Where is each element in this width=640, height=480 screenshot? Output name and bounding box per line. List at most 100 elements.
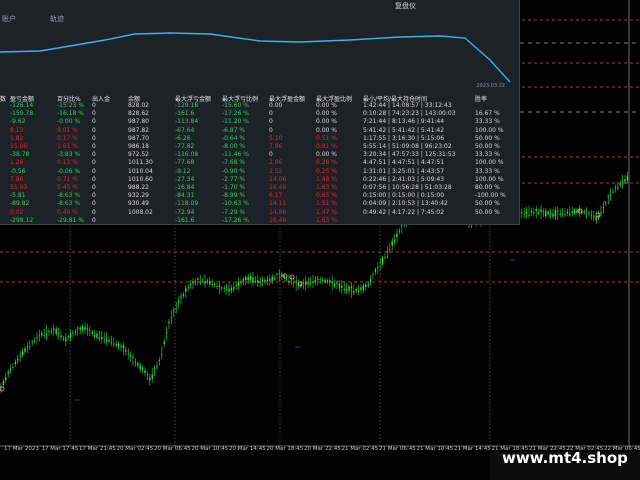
candle-body — [278, 273, 281, 275]
candle-body — [33, 340, 36, 342]
table-cell: 8.13 — [10, 126, 24, 134]
candle-body — [552, 213, 554, 217]
candle-body — [48, 331, 50, 332]
table-cell: -0.00 % — [57, 118, 81, 126]
candle-body — [389, 249, 391, 251]
candle-body — [305, 281, 307, 285]
table-row: 0.02 0.40 % 0 1008.02 -72.94 -7.29 % 14.86 1.47… — [0, 209, 519, 217]
candle-body — [60, 335, 62, 338]
candle-body — [302, 282, 305, 284]
candle-body — [542, 211, 545, 213]
table-cell: 930.49 — [128, 200, 149, 208]
candle-body — [583, 211, 585, 213]
candle-body — [357, 290, 360, 292]
candle-body — [355, 289, 357, 291]
candle-body — [77, 327, 79, 329]
table-cell: 0 — [92, 184, 96, 191]
table-cell: -0.06 % — [57, 167, 81, 175]
table-cell: -0.90 % — [222, 167, 246, 175]
table-cell: 50.00 % — [475, 200, 500, 208]
table-cell: 0.00 % — [316, 118, 337, 126]
table-cell: -67.64 — [175, 126, 195, 134]
table-cell: 0 — [92, 167, 96, 175]
table-cell: 828.62 — [128, 110, 149, 118]
table-row: 15.06 1.61 % 0 986.18 -77.82 -8.00 % 7.96 0.81 … — [0, 143, 519, 151]
table-cell: -38.78 — [10, 151, 30, 159]
table-cell: 0 — [92, 192, 96, 200]
candle-body — [218, 285, 221, 287]
candle-body — [211, 284, 213, 286]
table-cell: 0 — [269, 126, 273, 134]
candle-body — [247, 276, 249, 281]
candle-body — [84, 327, 86, 330]
table-cell: 932.29 — [128, 192, 149, 200]
table-cell: 7.86 — [10, 175, 24, 183]
candle-body — [564, 214, 566, 215]
table-cell: 0.13 % — [57, 159, 78, 167]
time-tick-label: 20 Mar 18:45 — [266, 446, 304, 452]
table-cell: 0.71 % — [57, 175, 78, 183]
table-cell: 1011.30 — [128, 159, 153, 167]
candle-body — [341, 285, 343, 288]
candle-body — [29, 346, 31, 347]
table-cell: -0.56 — [10, 167, 26, 175]
table-cell: -9.62 — [10, 118, 26, 126]
candle-body — [319, 278, 321, 280]
table-cell: 55.93 — [10, 184, 28, 191]
table-cell: -11.20 % — [222, 118, 249, 126]
candle-body — [624, 179, 626, 182]
table-cell: 5.10 — [269, 134, 283, 142]
candle-body — [573, 210, 576, 214]
candle-body — [187, 286, 189, 288]
candle-body — [9, 369, 12, 370]
candle-body — [317, 278, 319, 280]
candle-body — [213, 284, 216, 285]
candle-body — [312, 282, 314, 283]
table-cell: 0.40 % — [57, 208, 78, 216]
candle-body — [108, 339, 110, 342]
table-cell: -0.64 % — [222, 134, 246, 142]
candle-body — [74, 331, 77, 332]
table-cell: -159.78 — [10, 110, 34, 118]
table-cell: -9.12 — [175, 167, 191, 175]
candle-body — [545, 210, 547, 217]
candle-body — [81, 326, 84, 331]
table-cell: 5:55:14 | 51:09:08 | 96:23:02 — [363, 143, 452, 150]
candle-body — [79, 327, 81, 330]
table-cell: 0 — [269, 110, 273, 118]
table-cell: 0.00 % — [316, 102, 337, 109]
candle-body — [374, 269, 377, 272]
candle-body — [53, 328, 55, 330]
candle-body — [189, 283, 192, 285]
candle-body — [41, 333, 43, 336]
candle-body — [180, 296, 182, 298]
candle-body — [569, 214, 571, 216]
table-cell: 100.00 % — [475, 159, 504, 167]
candle-body — [283, 275, 285, 278]
time-tick-label: 21 Mar 14:45 — [454, 446, 491, 452]
candle-body — [384, 257, 386, 258]
table-cell: 986.18 — [128, 143, 149, 150]
table-cell: 4:47:51 | 4:47:51 | 4:47:51 — [363, 159, 445, 167]
candle-body — [149, 378, 151, 381]
table-cell: 0 — [92, 208, 96, 216]
candle-body — [245, 277, 247, 281]
candle-body — [139, 365, 141, 370]
table-row: -9.62 -0.00 % 0 987.80 -113.84 -11.20 % 0 0.00 … — [0, 118, 519, 126]
candle-body — [249, 276, 252, 280]
table-cell: 16.67 % — [475, 110, 500, 118]
table-cell: 50.00 % — [475, 143, 500, 150]
table-cell: 2.96 — [269, 159, 283, 167]
table-cell: 1.82 — [10, 134, 24, 142]
candle-body — [391, 241, 393, 246]
candle-body — [530, 211, 533, 213]
candle-body — [144, 370, 146, 373]
table-cell: 100.00 % — [475, 175, 504, 183]
candle-body — [537, 212, 540, 214]
table-cell: -6.26 — [175, 134, 191, 142]
candle-body — [523, 213, 525, 215]
candle-body — [561, 213, 564, 215]
table-cell: 0 — [92, 216, 96, 224]
candle-body — [605, 202, 607, 204]
candle-body — [276, 273, 278, 275]
